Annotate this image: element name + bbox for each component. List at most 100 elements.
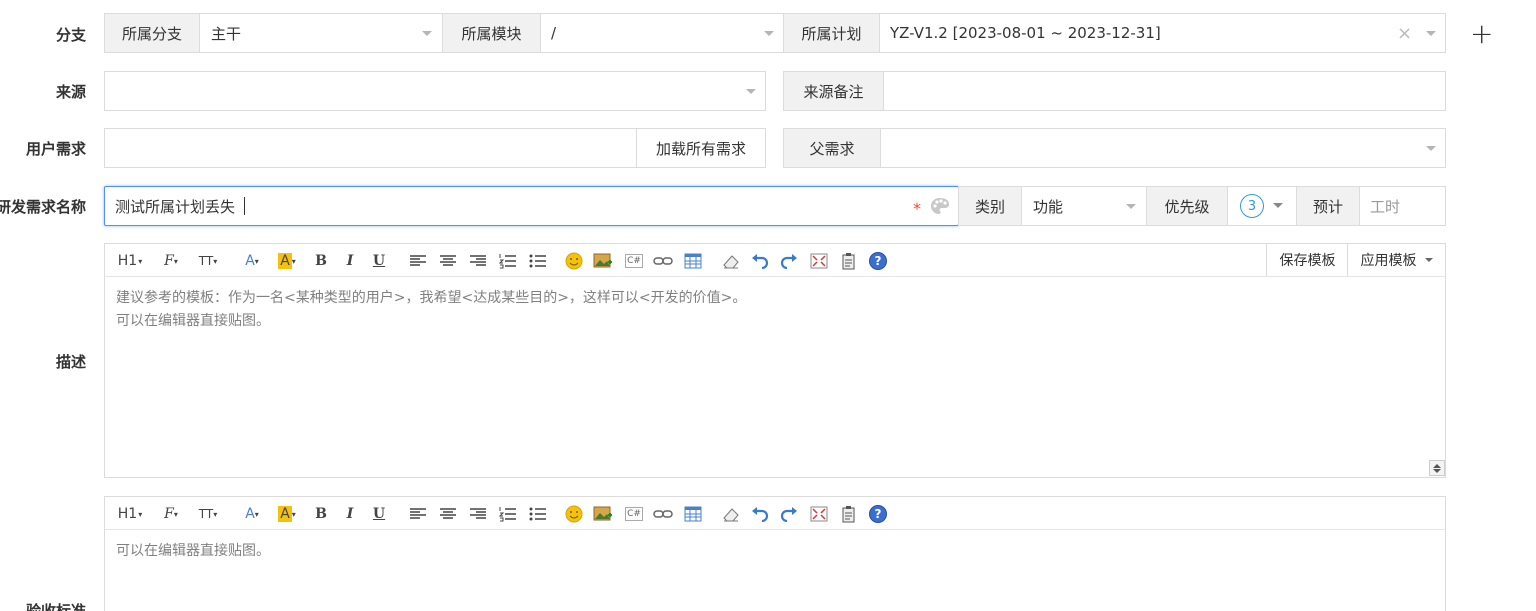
priority-addon: 优先级: [1146, 186, 1228, 226]
link-icon[interactable]: [652, 503, 674, 525]
paste-icon[interactable]: [838, 503, 860, 525]
acceptance-label: 验收标准: [25, 602, 86, 611]
heading-label: H1: [117, 506, 138, 522]
italic-button[interactable]: I: [340, 250, 360, 272]
table-icon[interactable]: [682, 503, 704, 525]
align-left-icon[interactable]: [407, 250, 429, 272]
align-right-icon[interactable]: [467, 503, 489, 525]
branch-addon: 所属分支: [104, 13, 200, 53]
estimate-input[interactable]: 工时: [1359, 186, 1446, 226]
chevron-down-icon: [422, 31, 432, 36]
branch-label: 分支: [55, 26, 86, 44]
heading-button[interactable]: H1 ▾: [114, 503, 146, 525]
source-note-addon: 来源备注: [783, 71, 884, 111]
branch-select[interactable]: 主干: [199, 13, 443, 53]
chevron-down-icon: [1424, 258, 1433, 262]
bg-color-button[interactable]: A ▾: [273, 250, 301, 272]
color-palette-icon[interactable]: [930, 197, 950, 219]
align-right-icon[interactable]: [467, 250, 489, 272]
underline-label: U: [372, 506, 386, 522]
parent-requirement-addon: 父需求: [783, 128, 881, 168]
redo-icon[interactable]: [778, 503, 800, 525]
unordered-list-icon[interactable]: [527, 250, 549, 272]
apply-template-button[interactable]: 应用模板: [1347, 244, 1445, 276]
resize-handle-icon[interactable]: [1429, 460, 1445, 476]
chevron-down-icon: [746, 89, 756, 94]
table-icon[interactable]: [682, 250, 704, 272]
add-branch-button[interactable]: +: [1470, 13, 1493, 53]
acceptance-toolbar: H1 ▾ F ▾ TT ▾ A ▾ A ▾ B I U C# ?: [104, 496, 1446, 530]
description-toolbar: H1 ▾ F ▾ TT ▾ A ▾ A ▾ B I U C# ? 保存模板 应用模板: [104, 243, 1446, 277]
emoji-icon[interactable]: [563, 250, 585, 272]
apply-template-label: 应用模板: [1360, 253, 1417, 269]
code-icon[interactable]: C#: [623, 503, 645, 525]
source-note-input[interactable]: [883, 71, 1446, 111]
description-editor[interactable]: 建议参考的模板：作为一名<某种类型的用户>，我希望<达成某些目的>，这样可以<开…: [104, 277, 1446, 478]
ordered-list-icon[interactable]: [497, 250, 519, 272]
code-icon[interactable]: C#: [623, 250, 645, 272]
font-color-label: A: [245, 253, 255, 269]
bg-color-label: A: [278, 506, 292, 522]
plan-addon: 所属计划: [783, 13, 880, 53]
eraser-icon[interactable]: [720, 250, 742, 272]
bg-color-button[interactable]: A ▾: [273, 503, 301, 525]
text-cursor: [244, 197, 245, 215]
required-mark: *: [913, 198, 921, 218]
fullscreen-icon[interactable]: [808, 503, 830, 525]
estimate-addon: 预计: [1296, 186, 1360, 226]
font-color-button[interactable]: A ▾: [239, 503, 265, 525]
help-icon[interactable]: ?: [867, 250, 889, 272]
underline-button[interactable]: U: [369, 503, 389, 525]
undo-icon[interactable]: [749, 250, 771, 272]
unordered-list-icon[interactable]: [527, 503, 549, 525]
underline-button[interactable]: U: [369, 250, 389, 272]
heading-label: H1: [117, 253, 138, 269]
font-size-button[interactable]: TT ▾: [193, 503, 223, 525]
redo-icon[interactable]: [778, 250, 800, 272]
bold-button[interactable]: B: [311, 250, 331, 272]
paste-icon[interactable]: [838, 250, 860, 272]
description-label: 描述: [55, 353, 86, 371]
ordered-list-icon[interactable]: [497, 503, 519, 525]
help-label: ?: [869, 252, 887, 270]
fullscreen-icon[interactable]: [808, 250, 830, 272]
category-select[interactable]: 功能: [1021, 186, 1147, 226]
align-center-icon[interactable]: [437, 250, 459, 272]
heading-button[interactable]: H1 ▾: [114, 250, 146, 272]
font-size-button[interactable]: TT ▾: [193, 250, 223, 272]
image-icon[interactable]: [592, 503, 614, 525]
undo-icon[interactable]: [749, 503, 771, 525]
eraser-icon[interactable]: [720, 503, 742, 525]
emoji-icon[interactable]: [563, 503, 585, 525]
font-color-button[interactable]: A ▾: [239, 250, 265, 272]
chevron-down-icon: [1273, 203, 1283, 208]
category-select-value: 功能: [1033, 197, 1064, 216]
save-template-button[interactable]: 保存模板: [1266, 244, 1348, 276]
italic-button[interactable]: I: [340, 503, 360, 525]
italic-label: I: [346, 253, 354, 269]
image-icon[interactable]: [592, 250, 614, 272]
requirement-name-input[interactable]: 测试所属计划丢失 *: [104, 186, 959, 226]
acceptance-placeholder: 可以在编辑器直接贴图。: [116, 543, 270, 559]
align-center-icon[interactable]: [437, 503, 459, 525]
underline-label: U: [372, 253, 386, 269]
clear-icon[interactable]: ×: [1397, 14, 1412, 52]
bold-button[interactable]: B: [311, 503, 331, 525]
plan-select[interactable]: YZ-V1.2 [2023-08-01 ~ 2023-12-31] ×: [879, 13, 1446, 53]
font-family-button[interactable]: F ▾: [157, 250, 185, 272]
priority-select[interactable]: 3: [1227, 186, 1297, 226]
source-select[interactable]: [104, 71, 766, 111]
link-icon[interactable]: [652, 250, 674, 272]
help-icon[interactable]: ?: [867, 503, 889, 525]
user-requirement-input[interactable]: [104, 128, 637, 168]
load-all-requirements-button[interactable]: 加载所有需求: [636, 128, 766, 168]
font-family-label: F: [164, 506, 174, 522]
module-select[interactable]: /: [540, 13, 784, 53]
acceptance-editor[interactable]: 可以在编辑器直接贴图。: [104, 530, 1446, 611]
parent-requirement-select[interactable]: [880, 128, 1446, 168]
align-left-icon[interactable]: [407, 503, 429, 525]
font-family-button[interactable]: F ▾: [157, 503, 185, 525]
font-family-label: F: [164, 253, 174, 269]
description-placeholder-line2: 可以在编辑器直接贴图。: [116, 313, 270, 329]
module-select-value: /: [551, 24, 557, 42]
